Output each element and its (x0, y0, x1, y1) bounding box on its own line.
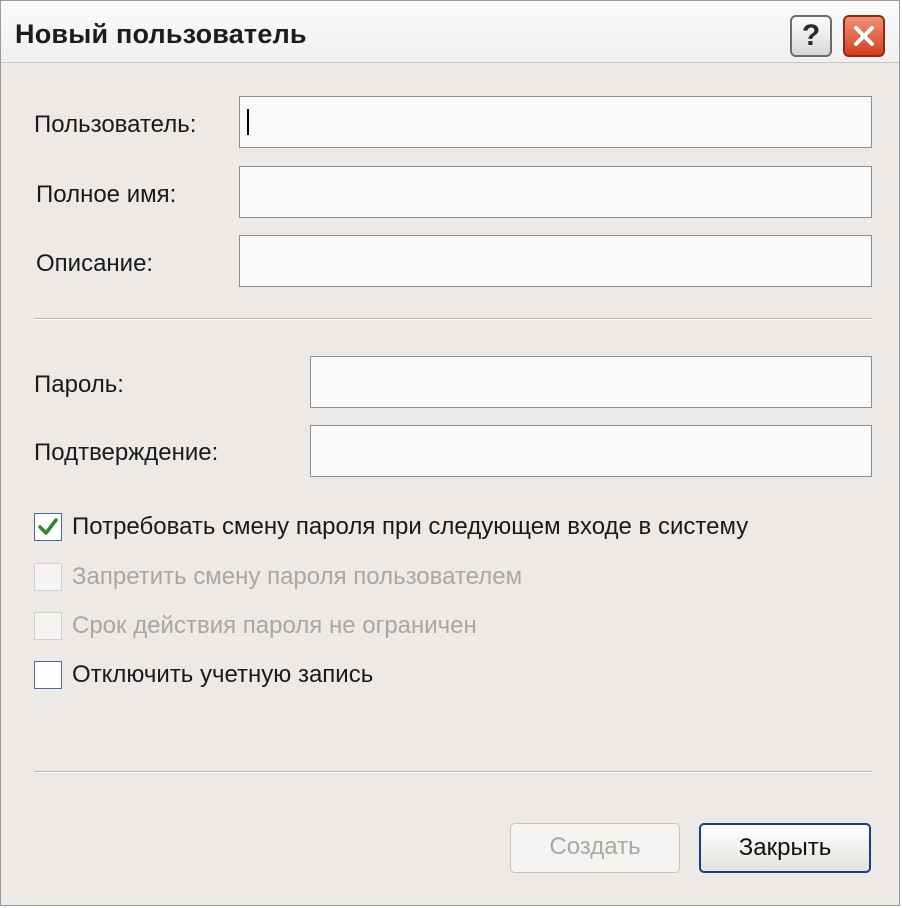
fullname-label: Полное имя: (36, 181, 177, 208)
password-label: Пароль: (34, 371, 124, 398)
close-button[interactable]: Закрыть (699, 823, 871, 873)
require-password-change-label[interactable]: Потребовать смену пароля при следующем в… (72, 513, 748, 541)
confirm-label: Подтверждение: (34, 439, 219, 466)
require-password-change-checkbox[interactable] (34, 513, 62, 541)
text-caret (247, 109, 249, 135)
description-label: Описание: (36, 250, 154, 277)
checkmark-icon (38, 518, 58, 535)
confirm-password-input[interactable] (310, 425, 872, 477)
password-never-expires-label[interactable]: Срок действия пароля не ограничен (72, 612, 477, 640)
username-input[interactable] (239, 96, 872, 148)
password-input[interactable] (310, 356, 872, 408)
separator-bottom (34, 771, 872, 773)
help-button[interactable]: ? (790, 15, 832, 57)
close-x-icon (854, 26, 874, 46)
window-title: Новый пользователь (15, 19, 307, 49)
close-window-button[interactable] (843, 15, 885, 57)
new-user-dialog: Новый пользователь ? Пользователь: Полно… (0, 0, 900, 906)
disable-account-checkbox[interactable] (34, 661, 62, 689)
fullname-input[interactable] (239, 166, 872, 218)
description-input[interactable] (239, 235, 872, 287)
question-mark-icon: ? (801, 19, 821, 52)
title-bar[interactable]: Новый пользователь ? (1, 1, 899, 63)
username-label: Пользователь: (34, 111, 197, 138)
disable-account-label[interactable]: Отключить учетную запись (72, 661, 373, 689)
prohibit-password-change-checkbox[interactable] (34, 563, 62, 591)
password-never-expires-checkbox[interactable] (34, 612, 62, 640)
prohibit-password-change-label[interactable]: Запретить смену пароля пользователем (72, 563, 522, 591)
create-button[interactable]: Создать (510, 823, 680, 873)
separator-top (34, 318, 872, 320)
